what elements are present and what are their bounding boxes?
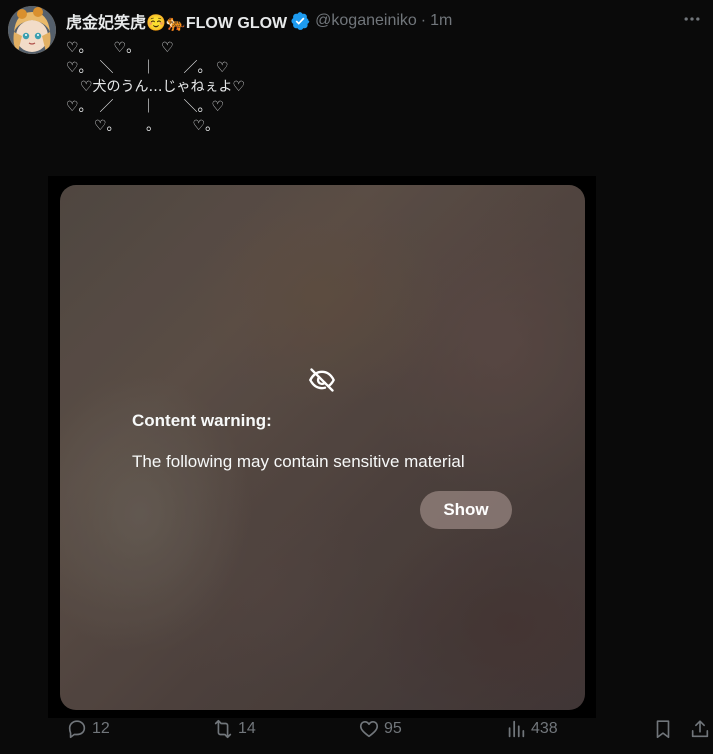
tweet-text-line: ♡犬のうん…じゃねぇよ♡ (66, 79, 246, 95)
views-button[interactable]: 438 (505, 716, 558, 742)
retweet-count: 14 (238, 720, 256, 737)
bookmark-button[interactable] (652, 716, 674, 742)
timestamp[interactable]: 1m (430, 12, 452, 30)
avatar-image (8, 6, 56, 54)
views-count: 438 (531, 720, 558, 737)
more-icon[interactable] (681, 8, 703, 30)
content-warning-overlay: Content warning: The following may conta… (60, 185, 585, 710)
reply-icon (68, 720, 86, 739)
avatar[interactable] (8, 6, 56, 54)
tweet-text-line: ♡。 ♡。 ♡ (66, 40, 174, 56)
like-button[interactable]: 95 (358, 716, 402, 742)
show-button[interactable]: Show (420, 491, 512, 529)
eye-off-icon (309, 368, 335, 392)
tweet-actions: 12 14 95 438 (0, 716, 713, 742)
separator-dot: · (420, 12, 427, 29)
tweet-text-line: ♡。 ＼ ｜ ／。 ♡ (66, 59, 229, 76)
handle[interactable]: @koganeiniko (315, 12, 417, 30)
tweet-text-line: ♡。 。 ♡。 (66, 118, 220, 134)
reply-button[interactable]: 12 (66, 716, 110, 742)
tweet-text-line: ♡。 ／ ｜ ＼。♡ (66, 98, 225, 115)
warning-description: The following may contain sensitive mate… (132, 452, 465, 471)
bookmark-icon (656, 720, 670, 739)
retweet-button[interactable]: 14 (212, 716, 256, 742)
tweet-header: 虎金妃笑虎☺️🐅FLOW GLOW @koganeiniko · 1m (66, 9, 452, 33)
tweet-text: ♡。 ♡。 ♡ ♡。 ＼ ｜ ／。 ♡ ♡犬のうん…じゃねぇよ♡ ♡。 ／ ｜ ＼。… (66, 39, 245, 137)
verified-badge-icon (290, 11, 310, 31)
tweet: 虎金妃笑虎☺️🐅FLOW GLOW @koganeiniko · 1m ♡。 ♡… (0, 0, 713, 754)
heart-icon (359, 721, 379, 738)
views-icon (508, 720, 525, 738)
share-button[interactable] (689, 716, 711, 742)
retweet-icon (214, 719, 232, 739)
like-count: 95 (384, 720, 402, 737)
warning-title: Content warning: (132, 411, 272, 430)
display-name[interactable]: 虎金妃笑虎☺️🐅FLOW GLOW (66, 9, 287, 33)
reply-count: 12 (92, 720, 110, 737)
sensitive-media[interactable]: Content warning: The following may conta… (60, 185, 585, 710)
share-icon (691, 720, 709, 738)
